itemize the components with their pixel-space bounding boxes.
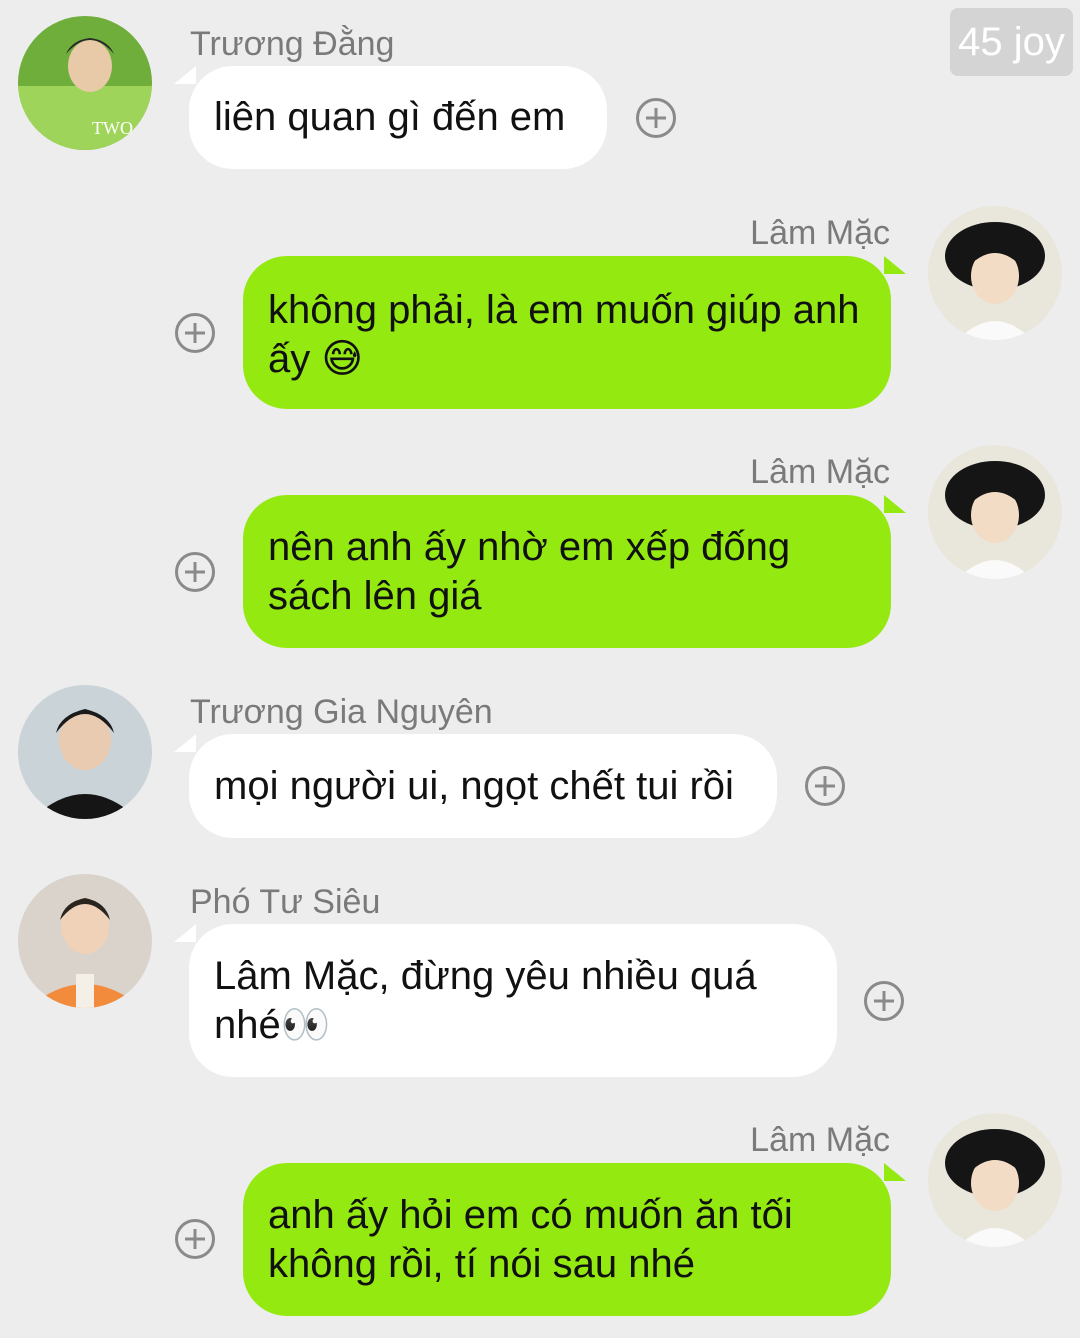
avatar-pho-tu-sieu[interactable]	[18, 874, 152, 1008]
bubble-tail	[884, 495, 906, 513]
plus-circle-icon[interactable]	[864, 981, 904, 1021]
plus-circle-icon[interactable]	[175, 313, 215, 353]
sender-name: Lâm Mặc	[750, 214, 890, 252]
svg-text:TWO: TWO	[92, 118, 133, 138]
sender-name: Lâm Mặc	[750, 453, 890, 491]
plus-circle-icon[interactable]	[175, 1219, 215, 1259]
message-bubble[interactable]: Lâm Mặc, đừng yêu nhiều quá nhé👀	[189, 924, 837, 1077]
bubble-tail	[884, 256, 906, 274]
message-text: nên anh ấy nhờ em xếp đống sách lên giá	[268, 525, 791, 618]
bubble-tail	[174, 66, 196, 84]
message-bubble[interactable]: nên anh ấy nhờ em xếp đống sách lên giá	[243, 495, 891, 648]
avatar-lam-mac[interactable]	[928, 1113, 1062, 1247]
bubble-tail	[884, 1163, 906, 1181]
plus-circle-icon[interactable]	[175, 552, 215, 592]
sender-name: Trương Đằng	[190, 25, 395, 63]
avatar-truong-dang[interactable]: TWO	[18, 16, 152, 150]
message-text: Lâm Mặc, đừng yêu nhiều quá nhé👀	[214, 954, 757, 1047]
avatar-lam-mac[interactable]	[928, 445, 1062, 579]
avatar-truong-gia-nguyen[interactable]	[18, 685, 152, 819]
watermark-badge: 45 joy	[950, 8, 1073, 76]
sender-name: Lâm Mặc	[750, 1121, 890, 1159]
message-bubble[interactable]: mọi người ui, ngọt chết tui rồi	[189, 734, 777, 838]
plus-circle-icon[interactable]	[636, 98, 676, 138]
message-text: không phải, là em muốn giúp anh ấy 😅	[268, 288, 860, 381]
sender-name: Trương Gia Nguyên	[190, 693, 493, 731]
bubble-tail	[174, 924, 196, 942]
bubble-tail	[174, 734, 196, 752]
avatar-lam-mac[interactable]	[928, 206, 1062, 340]
message-bubble[interactable]: anh ấy hỏi em có muốn ăn tối không rồi, …	[243, 1163, 891, 1316]
message-bubble[interactable]: liên quan gì đến em	[189, 66, 607, 169]
message-text: mọi người ui, ngọt chết tui rồi	[214, 764, 734, 808]
sender-name: Phó Tư Siêu	[190, 883, 381, 921]
plus-circle-icon[interactable]	[805, 766, 845, 806]
message-text: liên quan gì đến em	[214, 95, 566, 139]
message-bubble[interactable]: không phải, là em muốn giúp anh ấy 😅	[243, 256, 891, 409]
message-text: anh ấy hỏi em có muốn ăn tối không rồi, …	[268, 1193, 793, 1286]
